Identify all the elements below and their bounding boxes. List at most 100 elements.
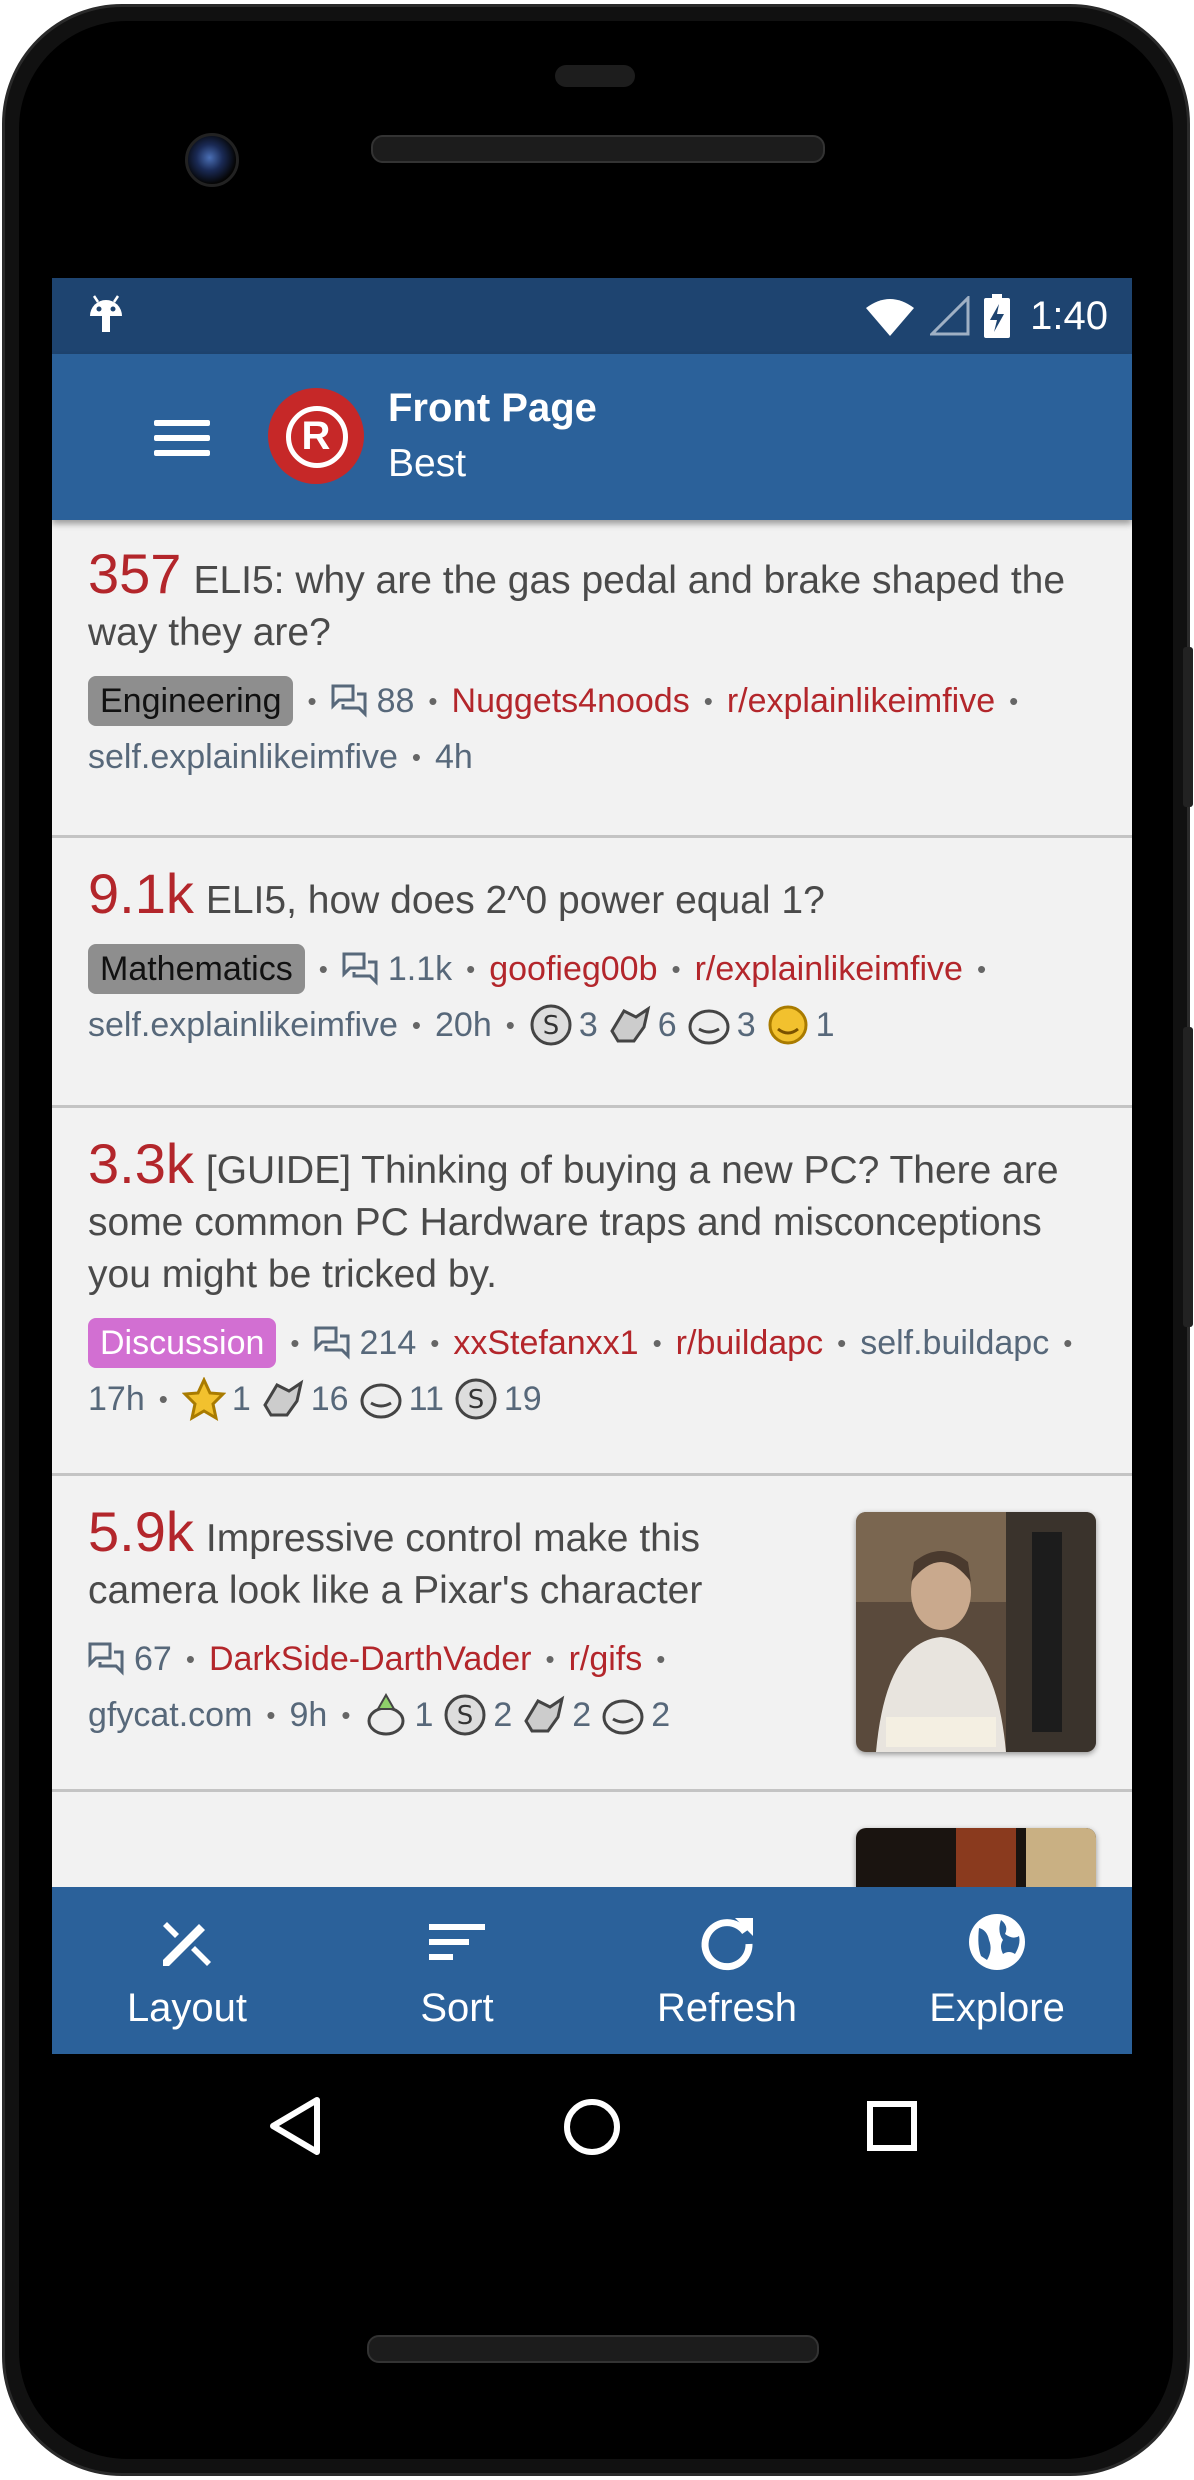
nav-layout[interactable]: Layout — [52, 1887, 322, 2054]
logo-letter: R — [301, 414, 331, 458]
post-author[interactable]: xxStefanxx1 — [453, 1315, 638, 1371]
silver-award-icon: S — [455, 1378, 497, 1420]
post-title-line[interactable]: 9.1k ELI5, how does 2^0 power equal 1? — [88, 866, 1096, 927]
post-score: 5.9k — [88, 1500, 194, 1563]
volume-button — [1183, 647, 1193, 807]
post-title-line[interactable]: 3.3k [GUIDE] Thinking of buying a new PC?… — [88, 1136, 1096, 1301]
award-wholesome: 2 — [522, 1687, 591, 1743]
power-button — [1183, 1027, 1193, 1327]
earpiece-speaker — [371, 135, 825, 163]
award-silver: S 3 — [529, 997, 598, 1053]
post-card[interactable]: 9.1k ELI5, how does 2^0 power equal 1? Ma… — [52, 838, 1132, 1108]
menu-icon — [154, 420, 210, 426]
menu-button[interactable] — [152, 408, 212, 468]
wholesome-award-icon — [263, 1379, 304, 1417]
post-flair[interactable]: Mathematics — [88, 944, 305, 994]
nav-sort[interactable]: Sort — [322, 1887, 592, 2054]
svg-text:S: S — [457, 1701, 474, 1731]
back-button[interactable] — [265, 2094, 325, 2158]
bottom-speaker — [367, 2335, 819, 2363]
post-subreddit[interactable]: r/gifs — [569, 1631, 643, 1687]
comment-count[interactable]: 67 — [88, 1631, 172, 1687]
post-author[interactable]: Nuggets4noods — [452, 673, 690, 729]
post-author[interactable]: DarkSide-DarthVader — [209, 1631, 532, 1687]
post-title-line[interactable]: 357 ELI5: why are the gas pedal and brake… — [88, 546, 1096, 659]
comments-icon — [331, 684, 367, 718]
comments-icon — [342, 952, 378, 986]
nav-explore[interactable]: Explore — [862, 1887, 1132, 2054]
comment-count[interactable]: 1.1k — [342, 941, 452, 997]
front-camera — [185, 133, 239, 187]
proximity-sensor — [555, 65, 635, 87]
helpful-award-icon — [602, 1699, 644, 1735]
wholesome-award-icon — [610, 1005, 651, 1043]
post-age: 4h — [435, 738, 473, 776]
award-gold: 1 — [766, 997, 835, 1053]
explore-icon — [969, 1914, 1025, 1970]
post-meta: Mathematics • 1.1k • goofieg00b • r/expl… — [88, 941, 1096, 1053]
party-award-icon — [367, 1693, 405, 1736]
post-domain[interactable]: gfycat.com — [88, 1687, 252, 1743]
post-domain[interactable]: self.explainlikeimfive — [88, 729, 398, 785]
wifi-icon — [866, 299, 915, 336]
cellular-signal-icon — [930, 296, 970, 336]
battery-charging-icon — [984, 294, 1011, 338]
home-button[interactable] — [563, 2098, 621, 2156]
post-title: ELI5, how does 2^0 power equal 1? — [205, 879, 825, 922]
post-title: [GUIDE] Thinking of buying a new PC? The… — [88, 1149, 1059, 1296]
award-silver: S 2 — [443, 1687, 512, 1743]
award-silver: S 19 — [454, 1371, 542, 1427]
post-score: 357 — [88, 542, 182, 605]
award-helpful: 3 — [687, 997, 756, 1053]
gold-award-icon — [181, 1377, 226, 1421]
post-domain[interactable]: self.explainlikeimfive — [88, 997, 398, 1053]
silver-award-icon: S — [530, 1004, 572, 1046]
post-flair[interactable]: Discussion — [88, 1318, 277, 1368]
post-meta: 67 • DarkSide-DarthVader • r/gifs • gfyc… — [88, 1631, 832, 1743]
system-navigation-bar — [0, 2054, 1194, 2194]
award-wholesome: 6 — [608, 997, 677, 1053]
post-subreddit[interactable]: r/explainlikeimfive — [695, 941, 963, 997]
helpful-award-icon — [688, 1009, 730, 1045]
post-subreddit[interactable]: r/buildapc — [676, 1315, 823, 1371]
android-debug-icon — [90, 295, 122, 332]
post-age: 9h — [289, 1696, 328, 1734]
app-logo[interactable]: R — [268, 388, 364, 484]
post-thumbnail[interactable] — [856, 1512, 1096, 1752]
post-feed: 357 ELI5: why are the gas pedal and brake… — [52, 520, 1132, 2054]
award-party: 1 — [364, 1687, 433, 1743]
recents-button[interactable] — [866, 2100, 918, 2152]
bottom-navigation: Layout Sort Refresh Explore — [52, 1887, 1132, 2054]
award-gold: 1 — [181, 1371, 251, 1427]
post-meta: Discussion • 214 • xxStefanxx1 • r/build… — [88, 1315, 1096, 1427]
post-age: 20h — [435, 1006, 492, 1044]
helpful-award-icon — [360, 1383, 402, 1419]
post-title-line[interactable]: 5.9k Impressive control make this camera … — [88, 1504, 832, 1617]
page-title[interactable]: Front Page — [388, 386, 597, 431]
post-author[interactable]: goofieg00b — [489, 941, 657, 997]
post-flair[interactable]: Engineering — [88, 676, 294, 726]
award-helpful: 2 — [601, 1687, 670, 1743]
post-meta: Engineering • 88 • Nuggets4noods • r/exp… — [88, 673, 1096, 785]
refresh-icon — [701, 1918, 753, 1971]
post-subreddit[interactable]: r/explainlikeimfive — [727, 673, 995, 729]
comment-count[interactable]: 88 — [331, 673, 414, 729]
status-time: 1:40 — [1030, 293, 1108, 338]
gold-award-icon — [768, 1005, 808, 1045]
sort-subtitle[interactable]: Best — [388, 442, 466, 486]
post-card[interactable]: 3.3k [GUIDE] Thinking of buying a new PC?… — [52, 1108, 1132, 1476]
post-score: 9.1k — [88, 862, 194, 925]
award-wholesome: 16 — [261, 1371, 349, 1427]
comment-count[interactable]: 214 — [314, 1315, 416, 1371]
nav-refresh[interactable]: Refresh — [592, 1887, 862, 2054]
thumbnail-image — [856, 1512, 1096, 1752]
app-bar: R Front Page Best — [52, 354, 1132, 520]
post-score: 3.3k — [88, 1132, 194, 1195]
silver-award-icon: S — [444, 1694, 486, 1736]
comments-icon — [88, 1642, 124, 1676]
svg-text:S: S — [543, 1011, 560, 1041]
post-domain[interactable]: self.buildapc — [860, 1315, 1049, 1371]
post-card[interactable]: 5.9k Impressive control make this camera … — [52, 1476, 1132, 1792]
post-card[interactable]: 357 ELI5: why are the gas pedal and brake… — [52, 520, 1132, 838]
post-age: 17h — [88, 1380, 145, 1418]
